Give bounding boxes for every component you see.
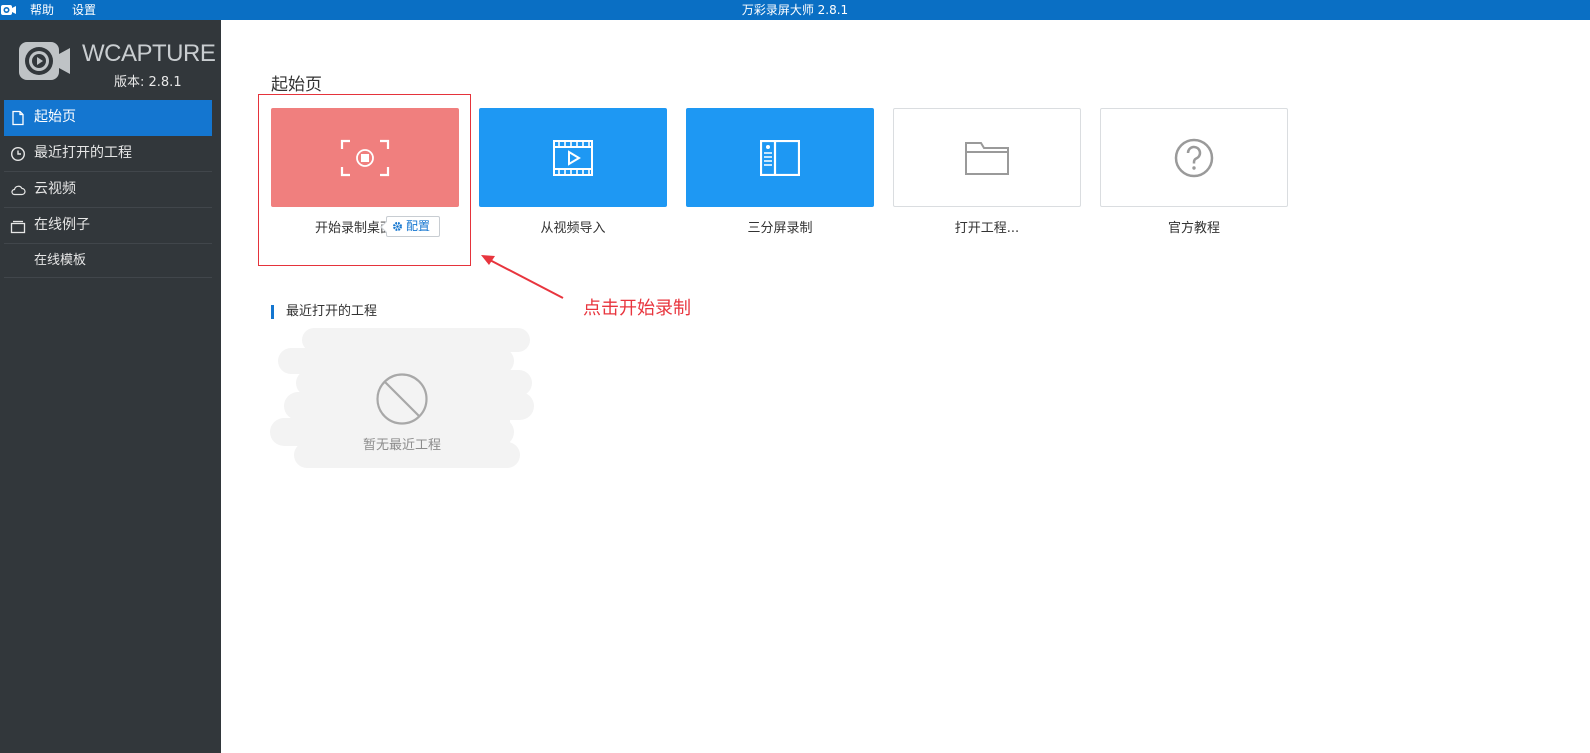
tutorial-tile[interactable] [1100,108,1288,207]
film-play-icon [553,139,593,176]
sidebar-item-online-templates[interactable]: 在线模板 [4,244,212,278]
tile-label: 从视频导入 [540,221,606,236]
highlight-box [258,94,471,266]
stack-icon [10,220,26,234]
sidebar-item-recent-projects[interactable]: 最近打开的工程 [4,136,212,172]
sidebar-item-cloud-video[interactable]: 云视频 [4,172,212,208]
sidebar-item-online-examples[interactable]: 在线例子 [4,208,212,244]
sidebar-item-label: 在线模板 [34,253,87,268]
open-project-tile[interactable] [893,108,1081,207]
document-icon [12,110,24,126]
tile-label: 打开工程... [954,221,1020,236]
window-title: 万彩录屏大师 2.8.1 [741,3,849,17]
split-screen-tile[interactable] [686,108,874,207]
sidebar-nav: 起始页 最近打开的工程 云视频 在线例子 在线模板 [4,100,212,278]
no-entry-icon [376,373,428,425]
annotation-arrow-icon [481,255,564,299]
title-bar: 帮助 设置 万彩录屏大师 2.8.1 [0,0,1590,20]
sidebar-item-start-page[interactable]: 起始页 [4,100,212,136]
cloud-icon [11,185,26,196]
import-video-tile[interactable] [479,108,667,207]
sidebar-item-label: 在线例子 [34,217,90,233]
help-circle-icon [1174,138,1214,177]
empty-state-text: 暂无最近工程 [362,438,441,453]
sidebar-item-label: 最近打开的工程 [34,145,132,161]
tile-label: 三分屏录制 [747,221,813,236]
clock-icon [10,146,26,162]
camera-logo-icon [19,42,70,80]
main-content: 起始页 开始录制桌面 配置 从视频导入 三分屏录制 打开工程... 官方教程 点… [222,20,1590,753]
page-title: 起始页 [271,75,322,95]
version-label: 版本: 2.8.1 [114,75,182,90]
sidebar-item-label: 云视频 [34,181,76,197]
recent-projects-title: 最近打开的工程 [271,305,377,319]
split-screen-icon [760,139,800,176]
annotation-text: 点击开始录制 [583,298,691,319]
sidebar: WCAPTURE 版本: 2.8.1 起始页 最近打开的工程 云视频 在线例子 … [0,20,221,753]
folder-icon [965,141,1009,175]
brand-name: WCAPTURE [82,40,216,67]
tile-label: 官方教程 [1167,221,1220,236]
sidebar-item-label: 起始页 [34,109,76,125]
